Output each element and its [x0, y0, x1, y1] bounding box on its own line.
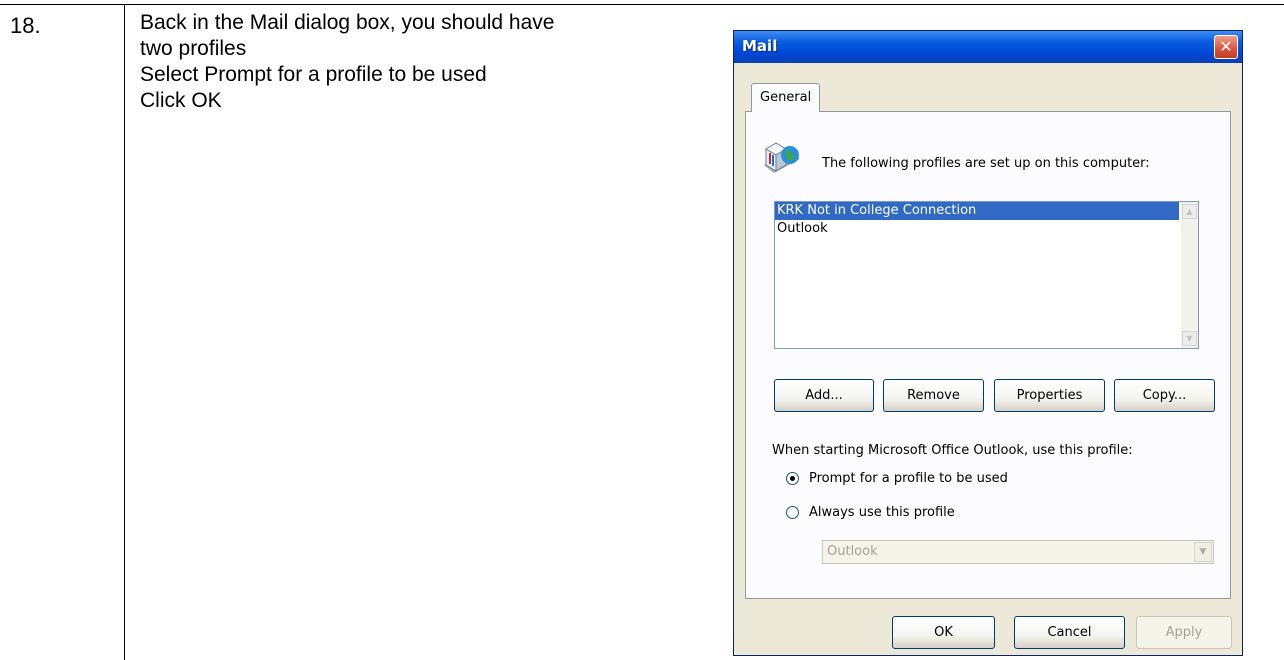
apply-button[interactable]: Apply — [1136, 616, 1232, 649]
instruction-line: two profiles — [140, 37, 247, 60]
chevron-down-icon[interactable]: ▼ — [1194, 542, 1212, 562]
copy-button[interactable]: Copy... — [1114, 379, 1215, 412]
scroll-up-icon[interactable]: ▲ — [1182, 204, 1197, 219]
table-top-border — [0, 4, 1284, 5]
radio-always-label: Always use this profile — [809, 505, 955, 520]
profile-dropdown-value: Outlook — [827, 544, 878, 559]
profile-dropdown[interactable]: Outlook ▼ — [822, 540, 1214, 564]
instructions: Back in the Mail dialog box, you should … — [140, 10, 554, 114]
list-item[interactable]: KRK Not in College Connection — [775, 202, 1179, 220]
radio-prompt-label: Prompt for a profile to be used — [809, 471, 1008, 486]
intro-text: The following profiles are set up on thi… — [822, 156, 1150, 171]
profiles-listbox[interactable]: KRK Not in College Connection Outlook ▲ … — [774, 201, 1199, 349]
radio-checked-icon[interactable] — [786, 472, 799, 485]
radio-always-profile[interactable]: Always use this profile — [786, 505, 955, 520]
startup-profile-label: When starting Microsoft Office Outlook, … — [772, 443, 1133, 458]
cancel-button[interactable]: Cancel — [1014, 616, 1125, 649]
properties-button[interactable]: Properties — [994, 379, 1105, 412]
radio-unchecked-icon[interactable] — [786, 506, 799, 519]
table-column-divider — [124, 4, 125, 660]
general-tab-panel — [745, 111, 1231, 599]
tab-general[interactable]: General — [751, 83, 821, 112]
listbox-scrollbar[interactable]: ▲ ▼ — [1181, 202, 1198, 348]
close-button[interactable]: ✕ — [1214, 35, 1238, 59]
instruction-line: Select Prompt for a profile to be used — [140, 63, 487, 86]
instruction-line: Click OK — [140, 89, 222, 112]
scroll-down-icon[interactable]: ▼ — [1182, 331, 1197, 346]
step-number: 18. — [10, 13, 41, 38]
list-item[interactable]: Outlook — [775, 220, 1179, 238]
close-icon: ✕ — [1219, 37, 1233, 56]
profiles-icon — [764, 142, 800, 173]
radio-prompt-profile[interactable]: Prompt for a profile to be used — [786, 471, 1008, 486]
dialog-title: Mail — [742, 37, 778, 55]
remove-button[interactable]: Remove — [883, 379, 984, 412]
ok-button[interactable]: OK — [892, 616, 995, 649]
instruction-line: Back in the Mail dialog box, you should … — [140, 11, 555, 34]
add-button[interactable]: Add... — [774, 379, 874, 412]
mail-dialog: Mail ✕ General The following profiles ar… — [733, 30, 1243, 656]
title-bar[interactable]: Mail ✕ — [734, 31, 1242, 63]
